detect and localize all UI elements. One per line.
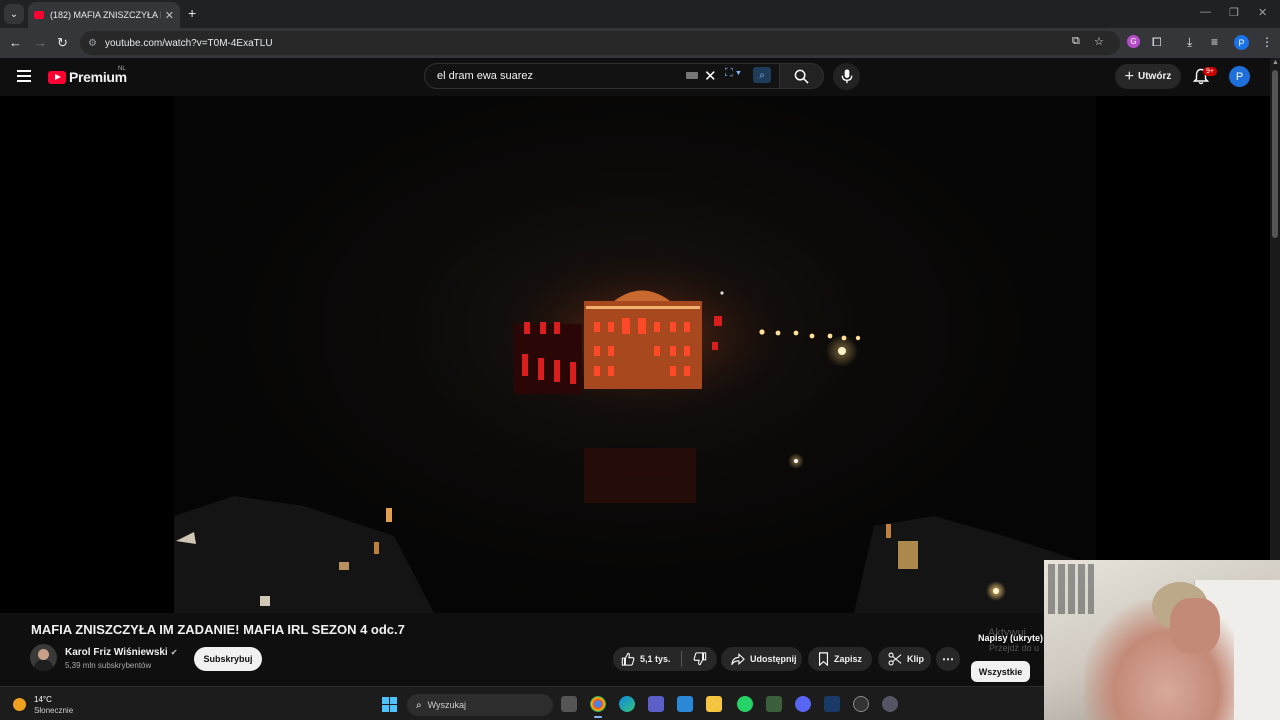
tab-search-button[interactable]: ⌄ (4, 4, 24, 24)
weather-condition[interactable]: Słonecznie (34, 706, 73, 715)
share-label: Udostępnij (750, 654, 797, 664)
lens-icon[interactable]: ⌕ (753, 67, 771, 83)
thumbs-up-icon (621, 652, 635, 666)
search-input[interactable] (435, 69, 675, 83)
subscribe-button[interactable]: Subskrybuj (194, 647, 262, 671)
edge-icon[interactable] (619, 696, 635, 712)
close-window-icon[interactable]: ✕ (1258, 6, 1267, 19)
browser-menu-icon[interactable]: ⋮ (1261, 35, 1273, 49)
browser-profile-avatar[interactable]: P (1234, 35, 1249, 50)
install-app-icon[interactable]: ⧉ (1072, 35, 1080, 48)
scissors-icon (888, 652, 902, 666)
channel-avatar[interactable] (30, 644, 57, 671)
reload-icon[interactable]: ↻ (57, 35, 68, 51)
search-box[interactable]: ✕ ⛶ ▾ ⌕ (424, 63, 780, 89)
like-dislike-group: 5,1 tys. (613, 647, 717, 671)
site-info-icon[interactable]: ⚙ (88, 38, 97, 49)
downloads-icon[interactable]: ⤓ (1187, 35, 1192, 50)
save-button[interactable]: Zapisz (808, 647, 872, 671)
app-icon-blue[interactable] (824, 696, 840, 712)
bookmark-icon (818, 652, 829, 666)
app-icon-green[interactable] (766, 696, 782, 712)
captions-overlay-text: Napisy (ukryte) (978, 633, 1044, 643)
video-player[interactable] (0, 96, 1270, 613)
account-avatar[interactable]: P (1229, 66, 1250, 87)
task-view-icon[interactable] (561, 696, 577, 712)
taskbar-search-placeholder: Wyszukaj (427, 700, 467, 710)
youtube-premium-logo[interactable]: Premium NL (48, 66, 127, 85)
app-icon-circle[interactable] (853, 696, 869, 712)
thumbs-down-icon (693, 652, 706, 666)
verified-icon: ✔ (170, 648, 178, 657)
channel-name-text: Karol Friz Wiśniewski (65, 647, 168, 658)
dislike-button[interactable] (682, 652, 717, 666)
browser-tabstrip: ⌄ (182) MAFIA ZNISZCZYŁA IM ZA ✕ + — ❐ ✕ (0, 0, 1280, 28)
browser-tab[interactable]: (182) MAFIA ZNISZCZYŁA IM ZA ✕ (28, 2, 180, 28)
create-label: Utwórz (1138, 71, 1172, 82)
close-tab-icon[interactable]: ✕ (165, 9, 174, 22)
youtube-play-icon (48, 70, 66, 84)
channel-name[interactable]: Karol Friz Wiśniewski ✔ (65, 647, 177, 658)
file-explorer-icon[interactable] (706, 696, 722, 712)
create-button[interactable]: + Utwórz (1115, 64, 1181, 89)
video-frame (174, 96, 1096, 613)
hamburger-menu-icon[interactable] (17, 70, 31, 85)
video-title: MAFIA ZNISZCZYŁA IM ZADANIE! MAFIA IRL S… (31, 622, 405, 637)
clear-search-icon[interactable]: ✕ (704, 67, 717, 85)
share-button[interactable]: Udostępnij (721, 647, 802, 671)
webcam-overlay (1044, 560, 1280, 720)
night-palace-scene (174, 246, 1096, 613)
keyboard-icon[interactable] (686, 72, 698, 79)
browser-toolbar: ← → ↻ ⚙ youtube.com/watch?v=T0M-4ExaTLU … (0, 28, 1280, 58)
like-button[interactable]: 5,1 tys. (613, 647, 681, 671)
extensions-puzzle-icon[interactable]: ⧠ (1152, 35, 1162, 50)
reading-list-icon[interactable]: ≡ (1211, 35, 1218, 49)
youtube-header: Premium NL ✕ ⛶ ▾ ⌕ + Utwórz 9+ P (0, 58, 1270, 96)
sun-weather-icon[interactable] (13, 698, 26, 711)
youtube-favicon-icon (34, 11, 44, 19)
like-count: 5,1 tys. (640, 654, 671, 664)
url-text: youtube.com/watch?v=T0M-4ExaTLU (104, 37, 273, 49)
chip-all[interactable]: Wszystkie (971, 661, 1030, 682)
store-icon[interactable] (677, 696, 693, 712)
search-icon (794, 69, 809, 84)
restore-icon[interactable]: ❐ (1229, 6, 1239, 19)
new-tab-button[interactable]: + (188, 5, 196, 21)
windows-start-icon[interactable] (382, 697, 397, 712)
minimize-icon[interactable]: — (1200, 6, 1211, 18)
settings-gear-icon[interactable] (882, 696, 898, 712)
taskbar-search-icon: ⌕ (416, 699, 422, 711)
extension-icon[interactable]: G (1127, 35, 1140, 48)
save-label: Zapisz (834, 654, 863, 664)
address-bar[interactable]: ⚙ youtube.com/watch?v=T0M-4ExaTLU ⧉ ☆ (80, 31, 1120, 55)
bookmark-star-icon[interactable]: ☆ (1094, 35, 1104, 48)
scroll-up-icon[interactable]: ▲ (1272, 59, 1279, 66)
back-icon[interactable]: ← (9, 35, 22, 50)
search-button[interactable] (780, 63, 824, 89)
plus-icon: + (1124, 67, 1134, 85)
logo-region: NL (118, 66, 126, 72)
windows-taskbar: 14°C Słonecznie ⌕ Wyszukaj (0, 686, 1044, 720)
windows-activation-line2: Przejdź do u (989, 643, 1040, 653)
microphone-icon (841, 69, 852, 84)
taskbar-search[interactable]: ⌕ Wyszukaj (407, 694, 553, 716)
forward-icon[interactable]: → (34, 35, 47, 50)
temperature[interactable]: 14°C (34, 695, 52, 704)
chrome-icon[interactable] (590, 696, 606, 718)
more-actions-button[interactable]: ⋯ (936, 647, 960, 671)
discord-icon[interactable] (795, 696, 811, 712)
teams-icon[interactable] (648, 696, 664, 712)
tab-title: (182) MAFIA ZNISZCZYŁA IM ZA (50, 10, 161, 20)
streamer-head (1170, 598, 1220, 654)
subscriber-count: 5,39 mln subskrybentów (65, 661, 152, 670)
notification-badge: 9+ (1203, 67, 1217, 76)
share-icon (731, 652, 745, 665)
whatsapp-icon[interactable] (737, 696, 753, 712)
scrollbar-thumb[interactable] (1272, 70, 1278, 238)
translate-icon[interactable]: ⛶ ▾ (725, 67, 741, 80)
voice-search-button[interactable] (833, 63, 860, 90)
clip-label: Klip (907, 654, 924, 664)
clip-button[interactable]: Klip (878, 647, 931, 671)
